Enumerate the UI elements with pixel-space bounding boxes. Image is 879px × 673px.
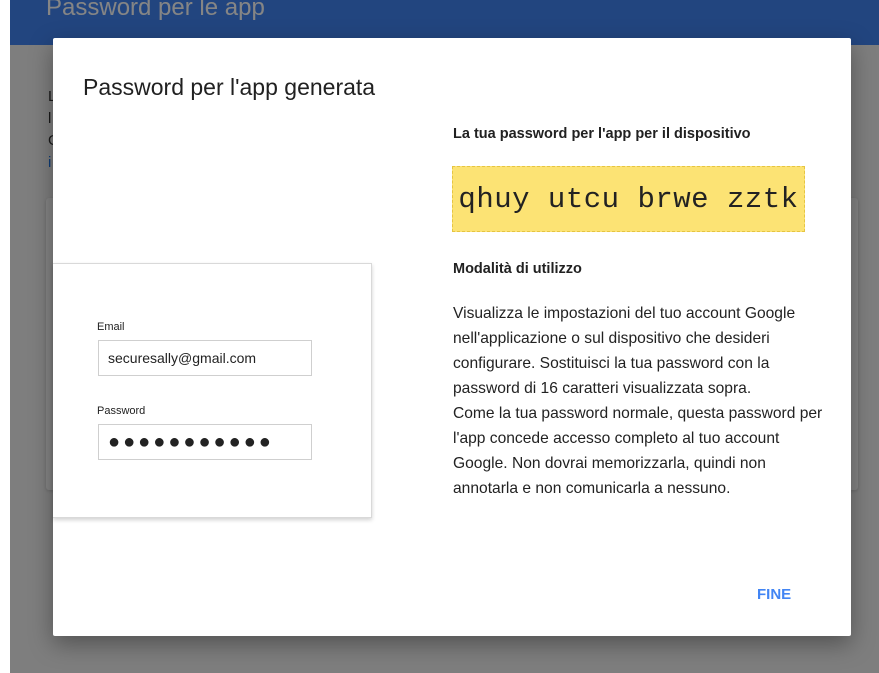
illustration-password-field: ●●●●●●●●●●● [98, 424, 312, 460]
usage-instructions: Visualizza le impostazioni del tuo accou… [453, 301, 825, 501]
usage-heading: Modalità di utilizzo [453, 261, 582, 277]
login-illustration: Email securesally@gmail.com Password ●●●… [53, 263, 372, 518]
app-password-dialog: Password per l'app generata Email secure… [53, 38, 851, 636]
illustration-password-label: Password [97, 405, 146, 417]
illustration-email-field: securesally@gmail.com [98, 340, 312, 376]
password-heading: La tua password per l'app per il disposi… [453, 126, 751, 142]
usage-paragraph: Visualizza le impostazioni del tuo accou… [453, 305, 796, 397]
generated-password: qhuy utcu brwe zztk [452, 166, 805, 232]
done-button[interactable]: FINE [753, 584, 795, 605]
usage-paragraph: Come la tua password normale, questa pas… [453, 405, 823, 497]
illustration-email-label: Email [97, 321, 125, 333]
dialog-title: Password per l'app generata [83, 74, 376, 100]
